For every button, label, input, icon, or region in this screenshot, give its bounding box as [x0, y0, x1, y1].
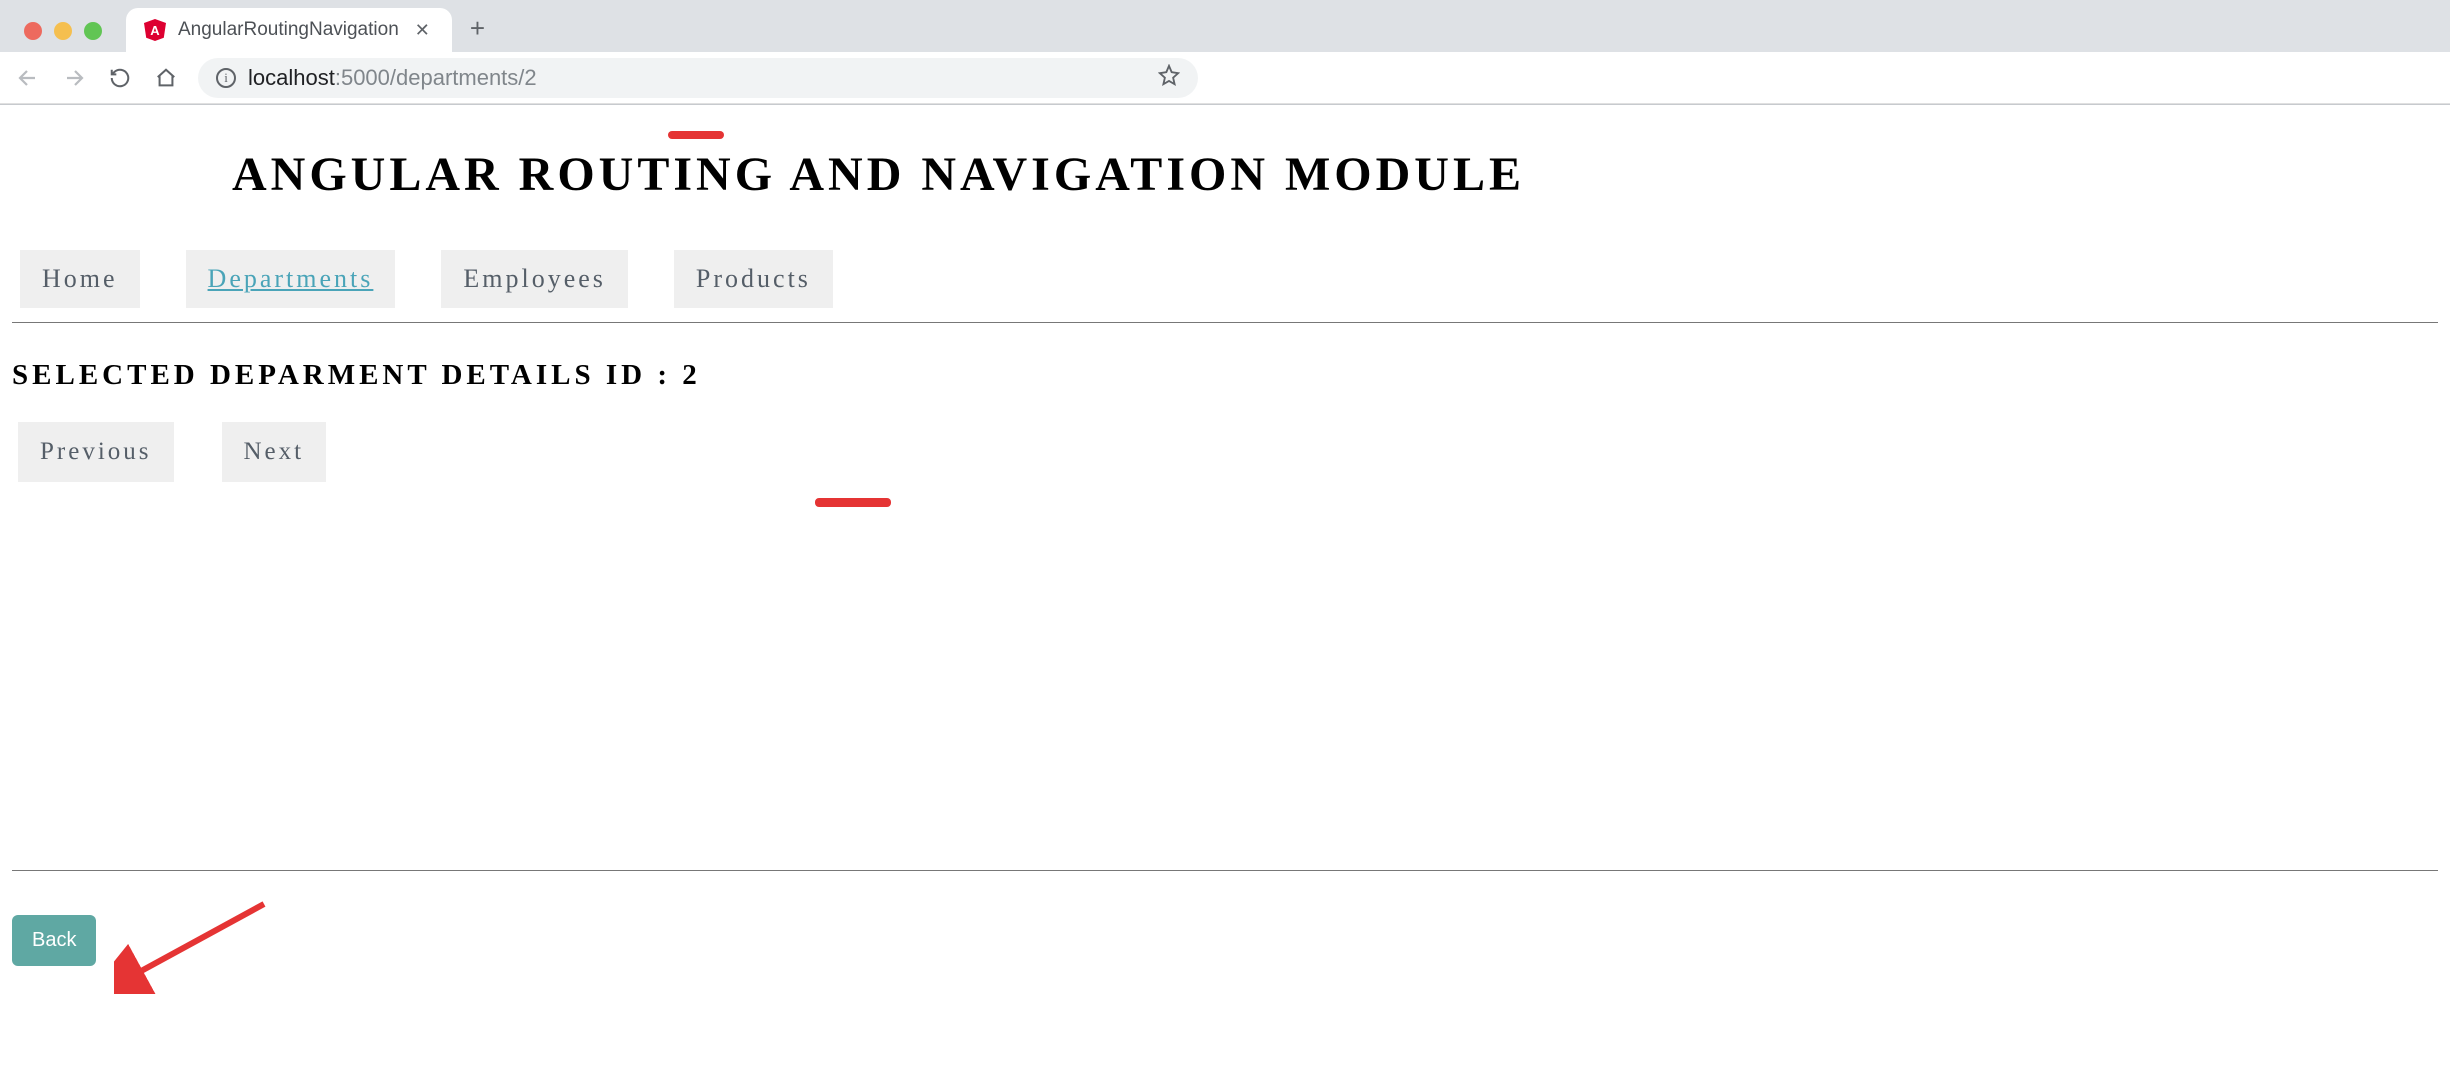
nav-link-products[interactable]: Products: [674, 250, 833, 308]
new-tab-button[interactable]: +: [452, 13, 503, 52]
nav-link-departments[interactable]: Departments: [186, 250, 396, 308]
nav-link-home[interactable]: Home: [20, 250, 140, 308]
window-minimize-button[interactable]: [54, 22, 72, 40]
page-content: ANGULAR ROUTING AND NAVIGATION MODULE Ho…: [0, 105, 2450, 482]
browser-tab[interactable]: AngularRoutingNavigation ✕: [126, 8, 452, 52]
forward-nav-icon[interactable]: [60, 64, 88, 92]
annotation-underline-id: [815, 498, 891, 507]
tab-title: AngularRoutingNavigation: [178, 19, 399, 41]
next-button[interactable]: Next: [222, 422, 327, 482]
nav-links: Home Departments Employees Products: [12, 250, 2438, 323]
angular-favicon-icon: [144, 19, 166, 41]
pager-buttons: Previous Next: [12, 422, 2438, 482]
home-icon[interactable]: [152, 64, 180, 92]
tab-close-icon[interactable]: ✕: [411, 20, 434, 41]
site-info-icon[interactable]: i: [216, 68, 236, 88]
window-controls: [12, 22, 118, 52]
browser-chrome: AngularRoutingNavigation ✕ + i localhost…: [0, 0, 2450, 105]
footer-area: Back: [12, 870, 2438, 966]
nav-link-employees[interactable]: Employees: [441, 250, 628, 308]
address-bar[interactable]: i localhost:5000/departments/2: [198, 58, 1198, 98]
page-title: ANGULAR ROUTING AND NAVIGATION MODULE: [12, 105, 2438, 250]
window-close-button[interactable]: [24, 22, 42, 40]
back-nav-icon[interactable]: [14, 64, 42, 92]
back-button[interactable]: Back: [12, 915, 96, 966]
url-text: localhost:5000/departments/2: [248, 65, 537, 91]
previous-button[interactable]: Previous: [18, 422, 174, 482]
divider: [12, 870, 2438, 871]
bookmark-star-icon[interactable]: [1158, 64, 1180, 91]
details-heading: SELECTED DEPARMENT DETAILS ID : 2: [12, 347, 2438, 422]
reload-icon[interactable]: [106, 64, 134, 92]
browser-toolbar: i localhost:5000/departments/2: [0, 52, 2450, 104]
window-maximize-button[interactable]: [84, 22, 102, 40]
annotation-underline-url: [668, 131, 724, 139]
tab-bar: AngularRoutingNavigation ✕ +: [0, 0, 2450, 52]
